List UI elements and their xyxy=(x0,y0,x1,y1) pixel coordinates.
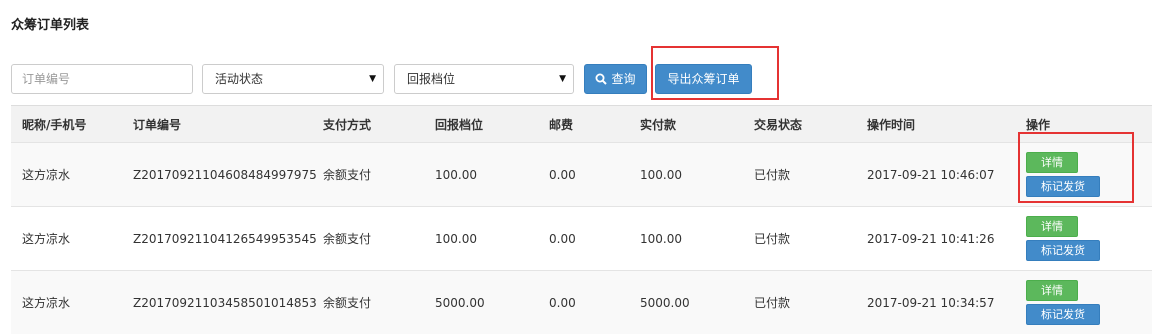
column-header-status: 交易状态 xyxy=(743,105,856,143)
cell-nickname: 这方凉水 xyxy=(11,206,122,271)
page-title: 众筹订单列表 xyxy=(11,18,90,33)
column-header-paid: 实付款 xyxy=(629,105,743,143)
cell-status: 已付款 xyxy=(743,142,856,207)
column-header-nickname: 昵称/手机号 xyxy=(11,105,122,143)
cell-actions: 详情 标记发货 xyxy=(1015,270,1152,334)
caret-down-icon: ▼ xyxy=(369,74,376,84)
table-row: 这方凉水 Z20170921104608484997975 余额支付 100.0… xyxy=(11,142,1152,207)
activity-status-value: 活动状态 xyxy=(215,72,264,86)
table-row: 这方凉水 Z20170921104126549953545 余额支付 100.0… xyxy=(11,206,1152,271)
cell-order-no: Z20170921104126549953545 xyxy=(122,206,317,271)
column-header-pay-method: 支付方式 xyxy=(312,105,424,143)
cell-pay-method: 余额支付 xyxy=(312,270,424,334)
cell-paid: 100.00 xyxy=(629,142,743,207)
order-number-input[interactable] xyxy=(11,64,193,94)
cell-order-no: Z20170921104608484997975 xyxy=(122,142,317,207)
column-header-tier: 回报档位 xyxy=(424,105,538,143)
cell-postage: 0.00 xyxy=(538,206,629,271)
cell-pay-method: 余额支付 xyxy=(312,142,424,207)
cell-paid: 100.00 xyxy=(629,206,743,271)
table-row: 这方凉水 Z20170921103458501014853 余额支付 5000.… xyxy=(11,270,1152,334)
mark-shipped-button[interactable]: 标记发货 xyxy=(1026,240,1100,261)
cell-paid: 5000.00 xyxy=(629,270,743,334)
column-header-postage: 邮费 xyxy=(538,105,629,143)
cell-status: 已付款 xyxy=(743,206,856,271)
detail-button[interactable]: 详情 xyxy=(1026,280,1078,301)
column-header-time: 操作时间 xyxy=(856,105,1015,143)
query-label: 查询 xyxy=(611,72,636,86)
table-header-row: 昵称/手机号 订单编号 支付方式 回报档位 邮费 实付款 交易状态 操作时间 操… xyxy=(11,105,1152,143)
cell-tier: 5000.00 xyxy=(424,270,538,334)
cell-nickname: 这方凉水 xyxy=(11,270,122,334)
cell-tier: 100.00 xyxy=(424,206,538,271)
cell-order-no: Z20170921103458501014853 xyxy=(122,270,317,334)
cell-status: 已付款 xyxy=(743,270,856,334)
reward-tier-value: 回报档位 xyxy=(407,72,456,86)
caret-down-icon: ▼ xyxy=(559,74,566,84)
annotation-box-actions xyxy=(1018,132,1134,203)
cell-actions: 详情 标记发货 xyxy=(1015,206,1152,271)
mark-shipped-button[interactable]: 标记发货 xyxy=(1026,304,1100,325)
cell-time: 2017-09-21 10:34:57 xyxy=(856,270,1015,334)
cell-time: 2017-09-21 10:41:26 xyxy=(856,206,1015,271)
reward-tier-select[interactable]: 回报档位 ▼ xyxy=(394,64,574,94)
column-header-order-no: 订单编号 xyxy=(122,105,312,143)
activity-status-select[interactable]: 活动状态 ▼ xyxy=(202,64,384,94)
search-icon xyxy=(595,73,608,85)
query-button[interactable]: 查询 xyxy=(584,64,647,94)
cell-postage: 0.00 xyxy=(538,142,629,207)
detail-button[interactable]: 详情 xyxy=(1026,216,1078,237)
cell-postage: 0.00 xyxy=(538,270,629,334)
annotation-box-export xyxy=(651,46,779,100)
cell-nickname: 这方凉水 xyxy=(11,142,122,207)
orders-table: 昵称/手机号 订单编号 支付方式 回报档位 邮费 实付款 交易状态 操作时间 操… xyxy=(11,105,1152,334)
cell-time: 2017-09-21 10:46:07 xyxy=(856,142,1015,207)
cell-tier: 100.00 xyxy=(424,142,538,207)
cell-pay-method: 余额支付 xyxy=(312,206,424,271)
